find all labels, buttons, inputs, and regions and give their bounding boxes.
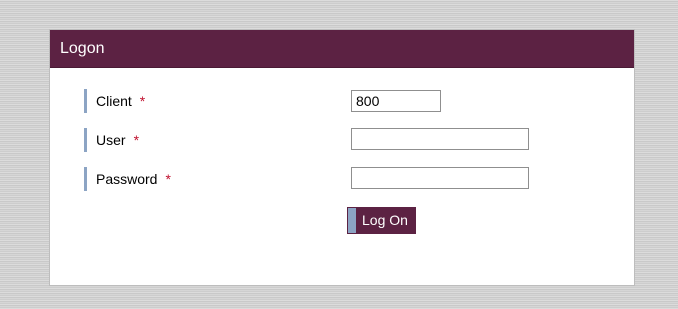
logon-panel: Logon Client * User * Password * Log On (50, 30, 634, 285)
password-label: Password (96, 171, 158, 187)
panel-title: Logon (50, 30, 634, 68)
user-input[interactable] (351, 128, 529, 150)
password-input[interactable] (351, 167, 529, 189)
field-marker (84, 167, 87, 191)
required-indicator: * (133, 132, 140, 148)
field-marker (84, 128, 87, 152)
required-indicator: * (165, 171, 171, 187)
user-label: User (96, 132, 126, 148)
user-field-row: User * (84, 128, 139, 152)
field-marker (84, 89, 87, 113)
log-on-button-label: Log On (356, 207, 416, 234)
required-indicator: * (139, 93, 146, 109)
client-field-row: Client * (84, 89, 145, 113)
client-input[interactable] (351, 90, 441, 112)
log-on-button[interactable]: Log On (347, 207, 416, 234)
password-field-row: Password * (84, 167, 171, 191)
client-label: Client (96, 93, 132, 109)
button-accent (347, 207, 356, 234)
